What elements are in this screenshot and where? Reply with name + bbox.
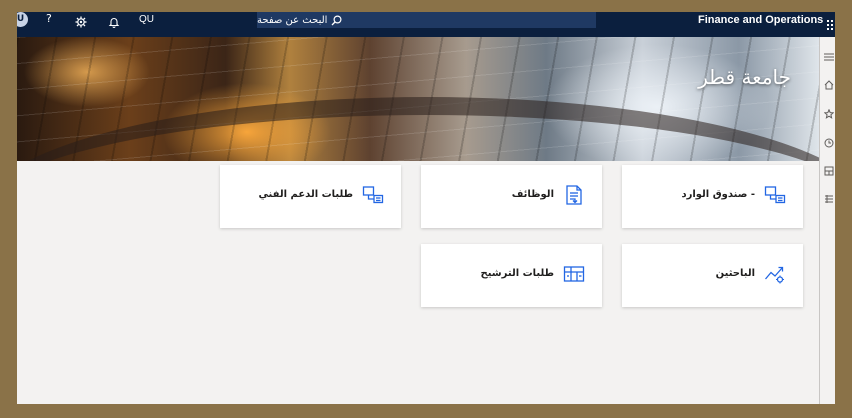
app-title: Finance and Operations <box>698 14 824 26</box>
top-navigation-bar: U ? QU البحث عن صفحة Finance and Operati… <box>17 12 835 37</box>
modules-icon[interactable] <box>824 189 834 203</box>
search-input[interactable]: البحث عن صفحة <box>257 15 327 26</box>
jobs-document-icon <box>563 184 585 206</box>
support-requests-icon <box>362 184 384 206</box>
navigation-pane <box>819 37 835 404</box>
dashboard-banner-image: جامعة قطر <box>17 37 819 161</box>
home-icon[interactable] <box>824 75 834 90</box>
favorites-icon[interactable] <box>823 104 835 119</box>
app-launcher-icon[interactable] <box>827 15 835 34</box>
tile-label: طلبات الترشيح <box>480 268 554 279</box>
app-window: U ? QU البحث عن صفحة Finance and Operati… <box>17 12 835 404</box>
gear-icon[interactable] <box>75 13 87 32</box>
tile-label: الوظائف <box>511 189 554 200</box>
company-selector[interactable]: QU <box>139 14 154 26</box>
tile-researchers[interactable]: الباحثين <box>622 244 803 307</box>
tile-label: - صندوق الوارد <box>681 189 755 200</box>
search-icon[interactable] <box>331 14 342 26</box>
collapse-menu-icon[interactable] <box>824 47 834 61</box>
workspaces-icon[interactable] <box>824 161 834 176</box>
tile-nomination-requests[interactable]: طلبات الترشيح <box>421 244 602 307</box>
tile-inbox[interactable]: - صندوق الوارد <box>622 165 803 228</box>
banner-title: جامعة قطر <box>698 65 791 89</box>
recent-icon[interactable] <box>824 133 834 148</box>
tile-label: الباحثين <box>715 268 755 279</box>
nomination-requests-icon <box>563 263 585 285</box>
tile-jobs[interactable]: الوظائف <box>421 165 602 228</box>
user-avatar[interactable]: U <box>17 12 28 27</box>
bell-icon[interactable] <box>108 13 120 32</box>
tile-label: طلبات الدعم الفني <box>258 189 353 200</box>
search-box[interactable]: البحث عن صفحة <box>257 12 596 28</box>
researchers-trend-icon <box>764 263 786 285</box>
inbox-workflow-icon <box>764 184 786 206</box>
help-icon[interactable]: ? <box>46 12 52 26</box>
tile-support-requests[interactable]: طلبات الدعم الفني <box>220 165 401 228</box>
